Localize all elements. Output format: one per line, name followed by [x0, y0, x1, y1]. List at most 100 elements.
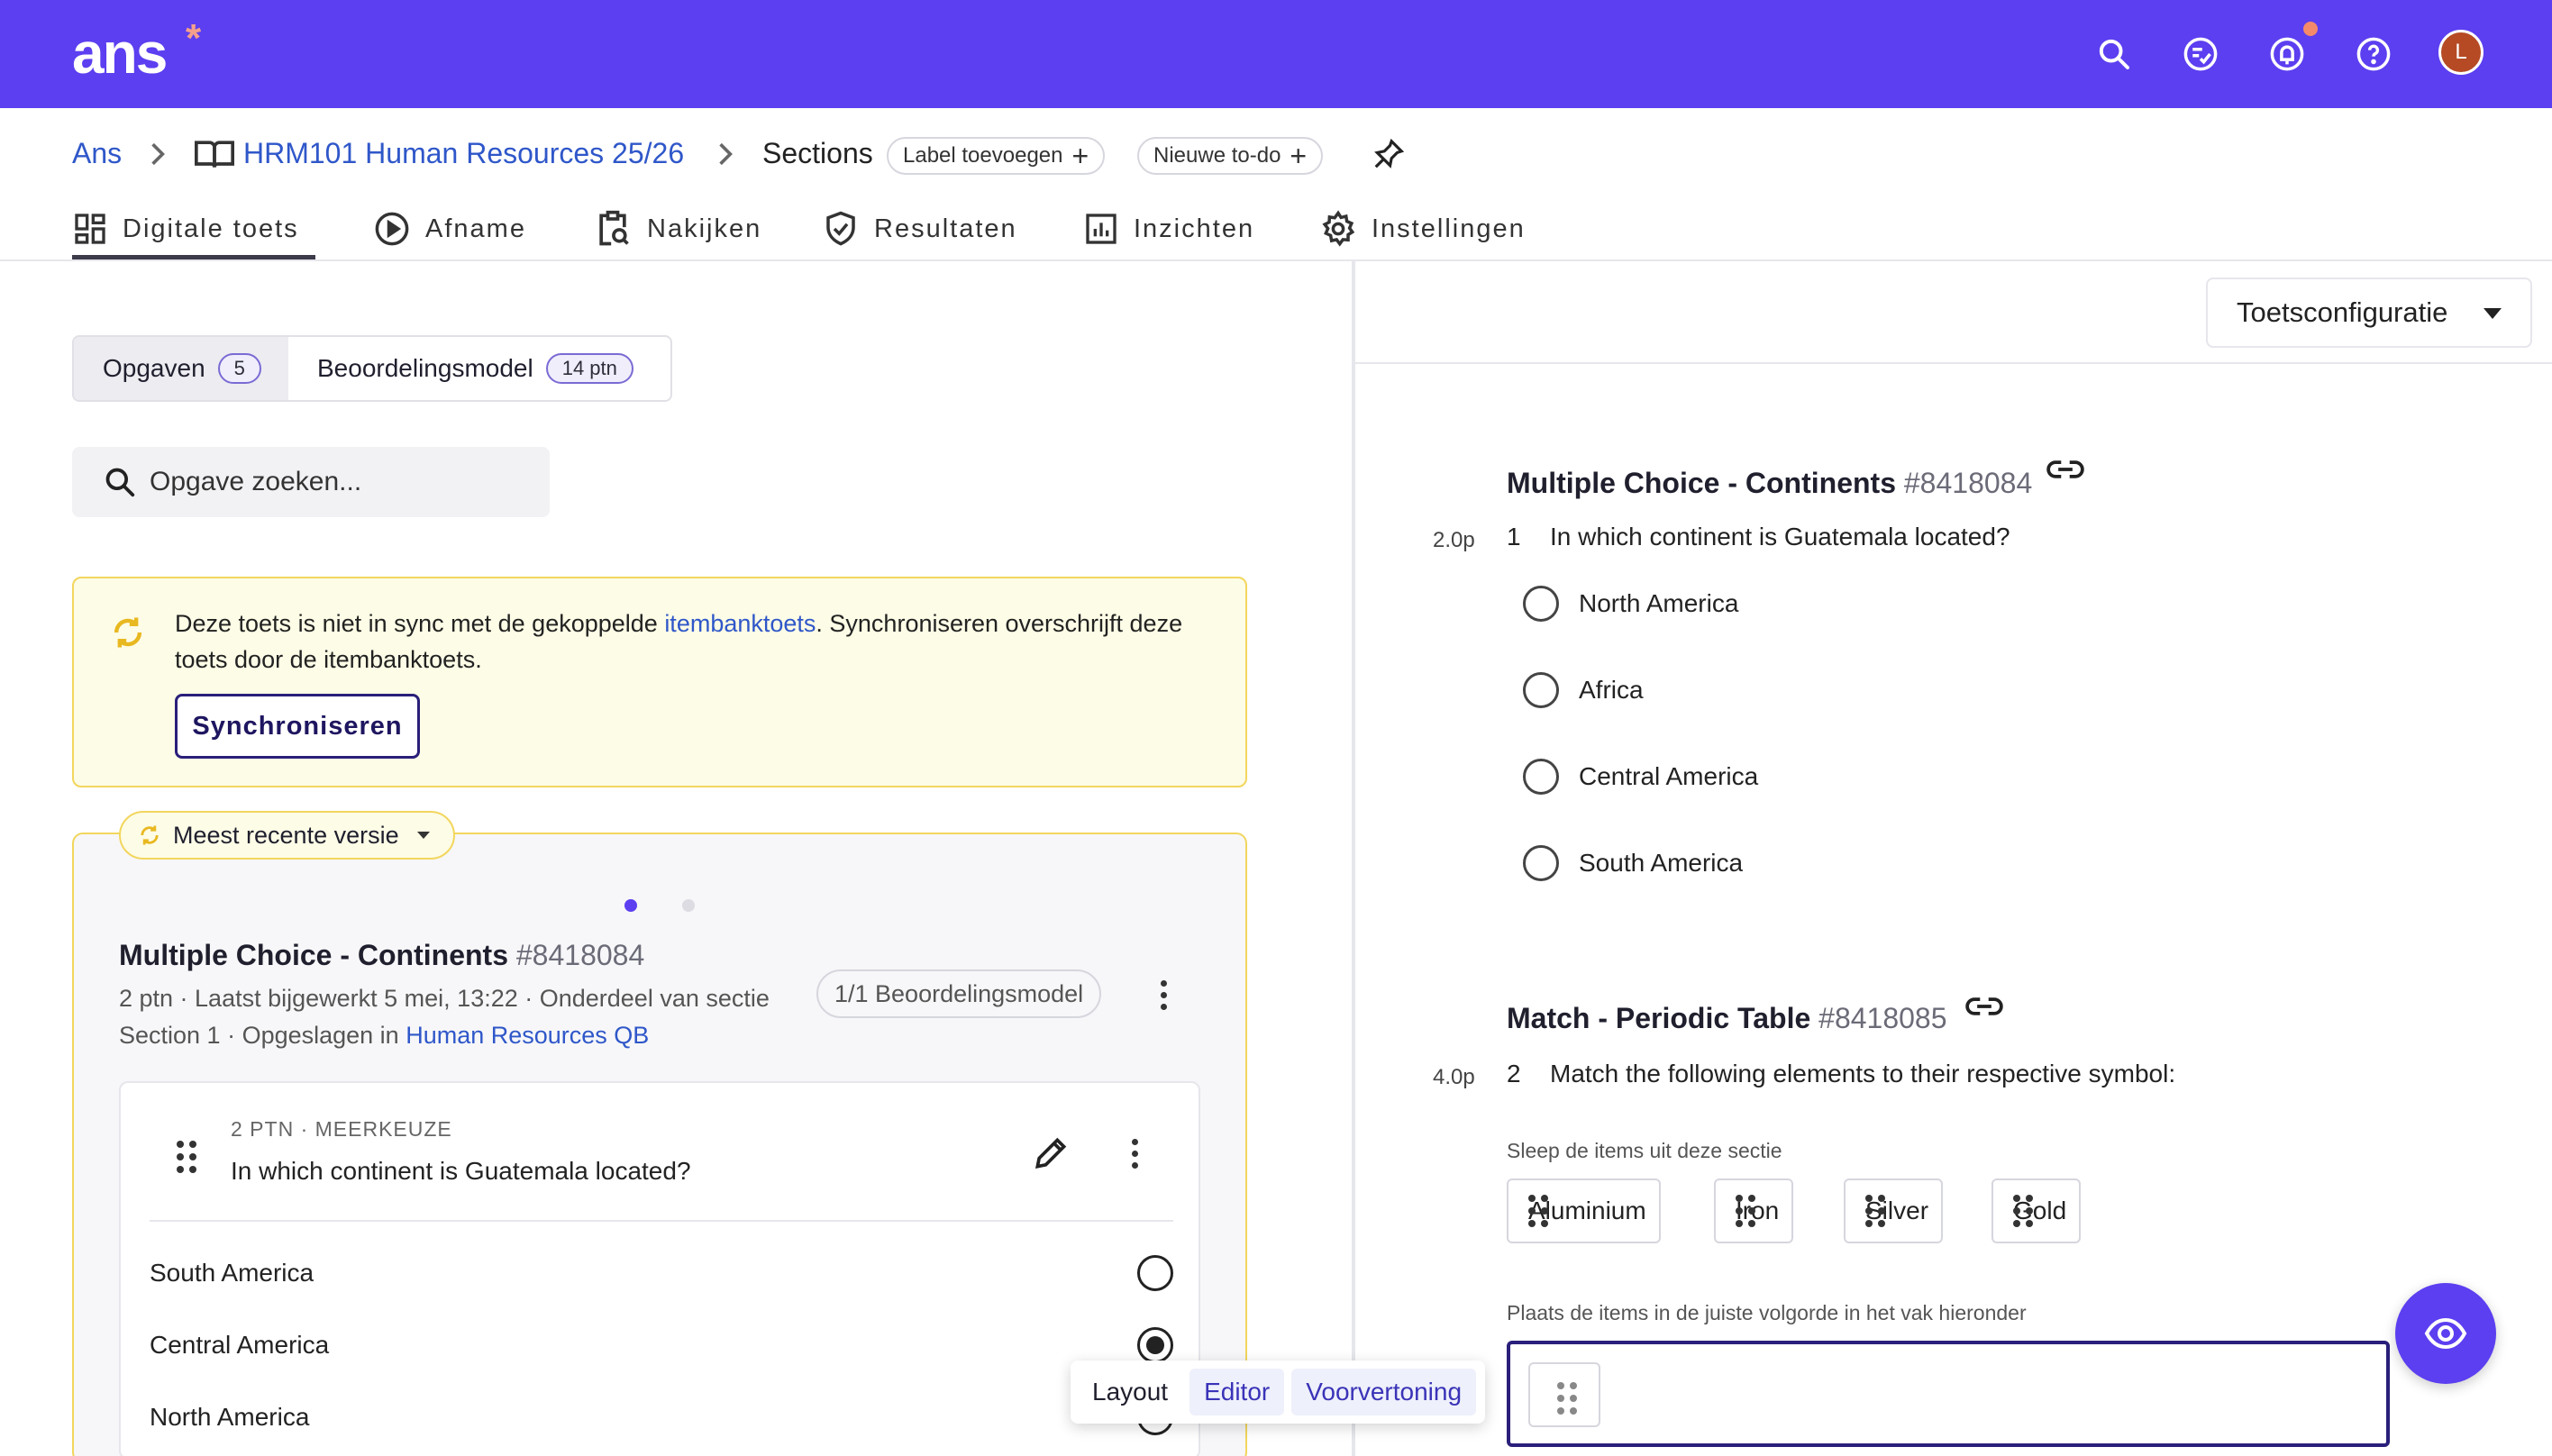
answer-row[interactable]: North America [150, 1395, 1173, 1440]
caret-down-icon [2484, 308, 2502, 319]
tab-afname[interactable]: Afname [373, 202, 526, 256]
item-subtitle: 2 PTN · MEERKEUZE [231, 1117, 452, 1141]
pencil-icon[interactable] [1031, 1133, 1071, 1178]
new-todo-chip[interactable]: Nieuwe to-do + [1137, 137, 1324, 175]
preview-question-title: Match - Periodic Table #8418085 [1507, 1002, 1947, 1035]
app-logo[interactable]: ans [72, 20, 168, 86]
carousel-dot-active[interactable] [624, 899, 637, 912]
layout-editor-option[interactable]: Editor [1189, 1369, 1285, 1415]
meta-line: 2 ptn · Laatst bijgewerkt 5 mei, 13:22 ·… [119, 985, 770, 1012]
gear-icon [1322, 210, 1355, 247]
layout-preview-option[interactable]: Voorvertoning [1291, 1369, 1477, 1415]
option-row[interactable]: Central America [1523, 759, 1758, 795]
bell-icon[interactable] [2264, 31, 2310, 77]
question-title: Multiple Choice - Continents #8418084 [119, 939, 644, 972]
answer-label: South America [150, 1259, 314, 1287]
chip-label: Label toevoegen [903, 143, 1063, 168]
breadcrumb-root[interactable]: Ans [72, 137, 122, 170]
tab-resultaten[interactable]: Resultaten [822, 202, 1017, 256]
tab-inzichten[interactable]: Inzichten [1083, 202, 1254, 256]
segment-opgaven[interactable]: Opgaven 5 [74, 337, 288, 400]
questionbank-link[interactable]: Human Resources QB [406, 1022, 649, 1049]
option-row[interactable]: Africa [1523, 672, 1644, 708]
panel-divider[interactable] [1352, 261, 1355, 1456]
logo-star: * [186, 16, 202, 60]
tab-instellingen[interactable]: Instellingen [1319, 202, 1526, 256]
drag-item[interactable]: Gold [1991, 1178, 2082, 1243]
breadcrumb-course[interactable]: HRM101 Human Resources 25/26 [243, 137, 684, 170]
chevron-right-icon [717, 141, 734, 175]
tabs-divider [0, 259, 2552, 261]
option-label: Africa [1579, 676, 1644, 704]
question-number: 1 [1507, 523, 1521, 551]
preview-title-text: Match - Periodic Table [1507, 1002, 1811, 1034]
tab-label: Afname [425, 214, 526, 243]
answer-radio[interactable] [1137, 1255, 1173, 1291]
play-icon [375, 212, 409, 246]
right-header-divider [1355, 362, 2552, 364]
search-icon [105, 468, 135, 497]
drag-handle-icon [1528, 1195, 1548, 1227]
carousel-dot[interactable] [682, 899, 695, 912]
drop-slot[interactable] [1528, 1362, 1600, 1427]
shield-check-icon [826, 211, 855, 246]
segmented-control: Opgaven 5 Beoordelingsmodel 14 ptn [72, 335, 672, 402]
notification-dot [2303, 22, 2318, 36]
option-radio[interactable] [1523, 845, 1559, 881]
drag-handle-icon [1557, 1382, 1577, 1415]
search-icon[interactable] [2091, 31, 2137, 77]
search-input[interactable]: Opgave zoeken... [72, 447, 550, 517]
preview-question-id: #8418084 [1903, 467, 2033, 499]
segment-label: Beoordelingsmodel [317, 354, 533, 382]
sync-message: Deze toets is niet in sync met de gekopp… [175, 605, 1220, 678]
sync-warning: Deze toets is niet in sync met de gekopp… [72, 577, 1247, 787]
pin-icon[interactable] [1372, 135, 1406, 177]
drag-item[interactable]: Iron [1714, 1178, 1794, 1243]
link-icon[interactable] [1964, 991, 2004, 1026]
question-number: 2 [1507, 1060, 1521, 1087]
avatar[interactable]: L [2438, 30, 2484, 75]
preview-question-title: Multiple Choice - Continents #8418084 [1507, 467, 2032, 500]
help-icon[interactable] [2350, 31, 2397, 77]
drag-item[interactable]: Aluminium [1507, 1178, 1661, 1243]
itembank-link[interactable]: itembanktoets [664, 610, 816, 637]
more-icon[interactable] [1132, 1139, 1138, 1169]
meta-line: Section 1 · Opgeslagen in [119, 1022, 406, 1049]
option-radio[interactable] [1523, 586, 1559, 622]
drop-zone[interactable] [1507, 1341, 2390, 1447]
model-chip[interactable]: 1/1 Beoordelingsmodel [816, 969, 1102, 1018]
item-divider [150, 1220, 1173, 1222]
segment-beoordelingsmodel[interactable]: Beoordelingsmodel 14 ptn [288, 337, 662, 400]
answer-label: Central America [150, 1331, 330, 1359]
layout-popover: Layout Editor Voorvertoning [1071, 1360, 1486, 1424]
preview-eye-button[interactable] [2395, 1283, 2496, 1384]
link-icon[interactable] [2046, 454, 2085, 489]
question-id: #8418084 [515, 939, 645, 971]
option-radio[interactable] [1523, 672, 1559, 708]
tab-label: Instellingen [1372, 214, 1526, 243]
tab-label: Nakijken [647, 214, 762, 243]
synchronize-button[interactable]: Synchroniseren [175, 694, 420, 759]
answer-row[interactable]: South America [150, 1251, 1173, 1296]
add-label-chip[interactable]: Label toevoegen + [887, 137, 1106, 175]
option-row[interactable]: South America [1523, 845, 1743, 881]
grid-icon [75, 214, 105, 244]
checklist-icon[interactable] [2177, 31, 2224, 77]
drag-hint: Sleep de items uit deze sectie [1507, 1139, 1782, 1162]
test-config-dropdown[interactable]: Toetsconfiguratie [2206, 278, 2532, 348]
chip-label: Nieuwe to-do [1153, 143, 1281, 168]
tab-nakijken[interactable]: Nakijken [593, 202, 761, 256]
tab-digitale-toets[interactable]: Digitale toets [72, 202, 299, 256]
option-label: Central America [1579, 762, 1759, 790]
question-title-text: Multiple Choice - Continents [119, 939, 508, 971]
answer-radio-selected[interactable] [1137, 1327, 1173, 1363]
answer-row[interactable]: Central America [150, 1323, 1173, 1368]
drag-handle-icon[interactable] [177, 1141, 196, 1173]
more-icon[interactable] [1161, 980, 1167, 1010]
option-radio[interactable] [1523, 759, 1559, 795]
option-row[interactable]: North America [1523, 586, 1738, 622]
top-bar: ans * L [0, 0, 2552, 108]
breadcrumb-current: Sections [762, 137, 873, 169]
drag-item[interactable]: Silver [1844, 1178, 1944, 1243]
version-dropdown[interactable]: Meest recente versie [119, 811, 455, 860]
